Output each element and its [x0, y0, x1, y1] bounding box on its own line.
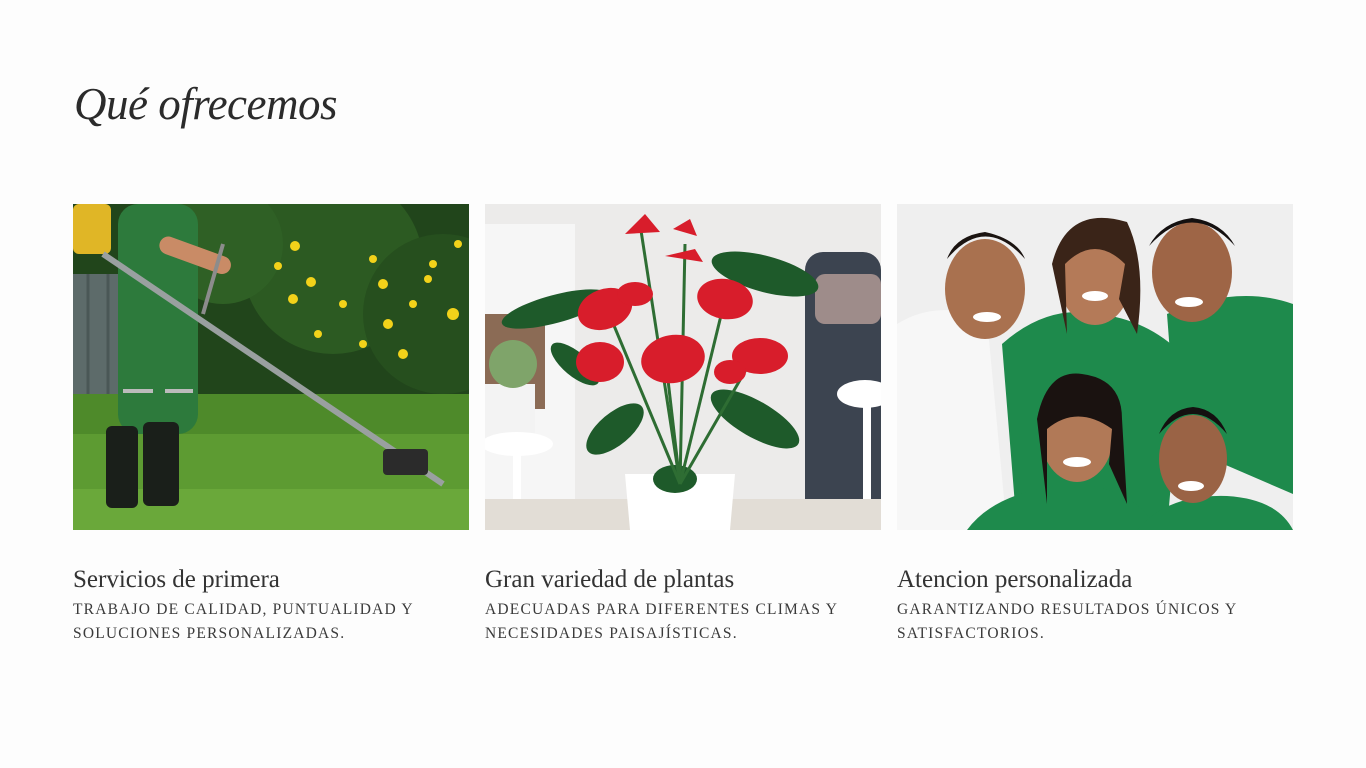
anthurium-photo	[485, 204, 881, 530]
gardener-photo	[73, 204, 469, 530]
card-description: Garantizando resultados únicos y satisfa…	[897, 601, 1237, 642]
card-description: Trabajo de calidad, puntualidad y soluci…	[73, 601, 414, 642]
section-title: Qué ofrecemos	[74, 79, 338, 129]
team-photo	[897, 204, 1293, 530]
service-card-plants: Gran variedad de plantas Adecuadas para …	[485, 204, 881, 646]
card-title: Atencion personalizada	[897, 566, 1133, 593]
offer-section: Qué ofrecemos Servicios de primera TRABA…	[0, 0, 1366, 768]
service-card-quality: Servicios de primera Trabajo de calidad,…	[73, 204, 469, 646]
card-description: Adecuadas para diferentes climas y neces…	[485, 601, 838, 642]
card-title: Servicios de primera	[73, 566, 280, 593]
card-title: Gran variedad de plantas	[485, 566, 735, 593]
service-card-attention: Atencion personalizada Garantizando resu…	[897, 204, 1293, 646]
